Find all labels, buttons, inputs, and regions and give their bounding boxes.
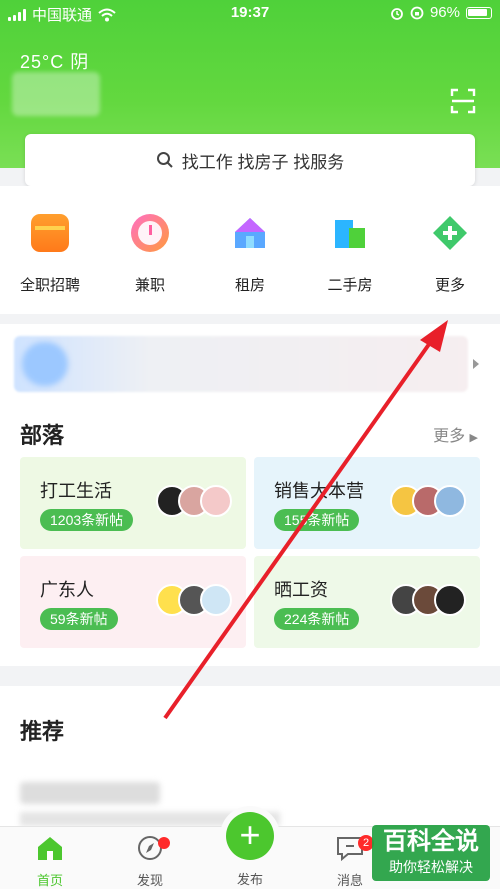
watermark-subtitle: 助你轻松解决 (389, 859, 473, 875)
watermark: 百科全说 助你轻松解决 (372, 825, 490, 881)
annotation-arrow (163, 320, 448, 720)
watermark-title: 百科全说 (383, 828, 479, 855)
